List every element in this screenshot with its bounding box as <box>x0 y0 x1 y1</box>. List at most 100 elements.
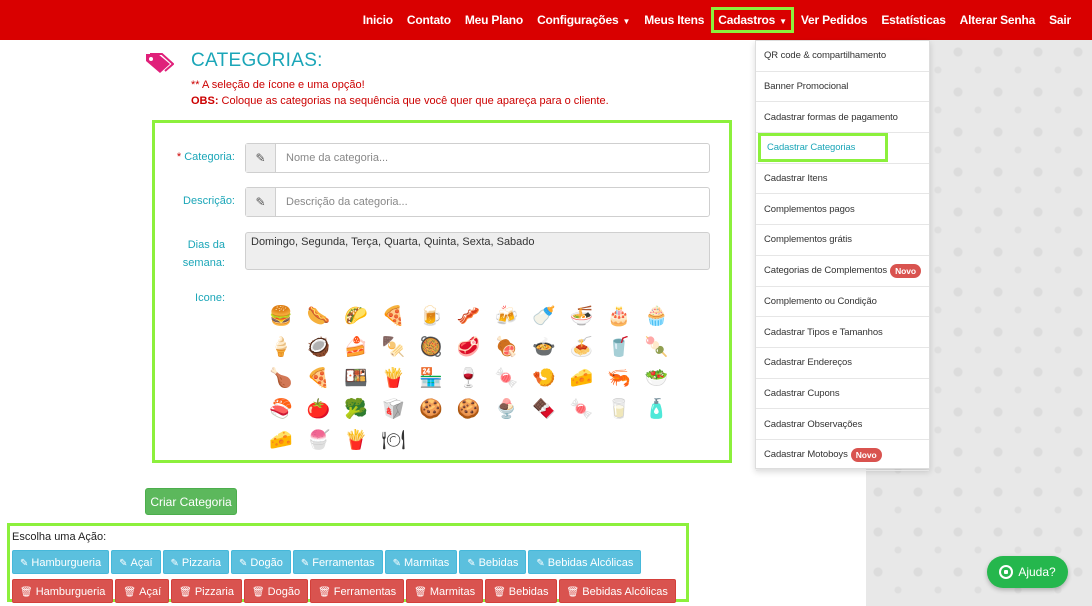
nav-item-estatisticas[interactable]: Estatísticas <box>874 7 952 33</box>
days-of-week-field[interactable]: Domingo, Segunda, Terça, Quarta, Quinta,… <box>245 232 710 270</box>
food-category-icon[interactable]: 🍧 <box>300 425 338 456</box>
dropdown-item-categorias-de-complementos[interactable]: Categorias de Complementos Novo <box>756 256 929 287</box>
dropdown-item-complementos-gratis[interactable]: Complementos grátis <box>756 225 929 256</box>
nav-item-alterar-senha[interactable]: Alterar Senha <box>953 7 1042 33</box>
dropdown-item-label: Complementos pagos <box>764 203 855 215</box>
food-category-icon[interactable]: 🍽 <box>375 425 413 456</box>
category-name-input[interactable] <box>276 144 709 172</box>
food-category-icon[interactable]: 🌭 <box>300 301 338 332</box>
dropdown-item-cadastrar-formas-de-pagamento[interactable]: Cadastrar formas de pagamento <box>756 102 929 134</box>
edit-category-button-bebidas-alcolicas[interactable]: ✎ Bebidas Alcólicas <box>528 550 642 574</box>
nav-item-inicio[interactable]: Inicio <box>356 7 400 33</box>
delete-category-button-pizzaria[interactable]: 🗑 Pizzaria <box>171 579 242 603</box>
food-category-icon[interactable]: 🍪 <box>450 394 488 425</box>
food-category-icon[interactable]: 🍤 <box>525 363 563 394</box>
nav-item-contato[interactable]: Contato <box>400 7 458 33</box>
food-category-icon[interactable]: 🍫 <box>525 394 563 425</box>
food-category-icon[interactable]: 🍣 <box>262 394 300 425</box>
food-category-icon[interactable]: 🍬 <box>563 394 601 425</box>
delete-category-button-acai[interactable]: 🗑 Açaí <box>115 579 170 603</box>
food-category-icon[interactable]: 🥦 <box>337 394 375 425</box>
food-category-icon[interactable]: 🦐 <box>600 363 638 394</box>
edit-category-button-dogao[interactable]: ✎ Dogão <box>231 550 291 574</box>
trash-icon: 🗑 <box>179 587 192 598</box>
food-category-icon[interactable]: 🥗 <box>638 363 676 394</box>
icon-label: Icone: <box>195 292 225 304</box>
nav-item-sair[interactable]: Sair <box>1042 7 1078 33</box>
food-category-icon[interactable]: 🍢 <box>375 332 413 363</box>
food-category-icon[interactable]: 🍨 <box>488 394 526 425</box>
dropdown-item-cadastrar-tipos-e-tamanhos[interactable]: Cadastrar Tipos e Tamanhos <box>756 317 929 348</box>
food-category-icon[interactable]: 🧀 <box>262 425 300 456</box>
dropdown-item-banner-promocional[interactable]: Banner Promocional <box>756 72 929 103</box>
delete-category-button-bebidas[interactable]: 🗑 Bebidas <box>485 579 557 603</box>
help-button[interactable]: Ajuda? <box>987 556 1068 588</box>
category-description-input[interactable] <box>276 188 709 216</box>
food-category-icon[interactable]: 🍱 <box>337 363 375 394</box>
dropdown-item-label: QR code & compartilhamento <box>764 50 887 62</box>
food-category-icon[interactable]: 🍟 <box>337 425 375 456</box>
edit-category-button-hamburgueria[interactable]: ✎ Hamburgueria <box>12 550 110 574</box>
food-category-icon[interactable]: 🍺 <box>412 301 450 332</box>
food-category-icon[interactable]: 🍰 <box>337 332 375 363</box>
nav-item-meus-itens[interactable]: Meus Itens <box>637 7 711 33</box>
dropdown-item-cadastrar-enderecos[interactable]: Cadastrar Endereços <box>756 348 929 379</box>
food-category-icon[interactable]: 🏪 <box>412 363 450 394</box>
food-category-icon[interactable]: 🍷 <box>450 363 488 394</box>
delete-category-button-ferramentas[interactable]: 🗑 Ferramentas <box>310 579 405 603</box>
food-category-icon[interactable]: 🍅 <box>300 394 338 425</box>
edit-category-button-pizzaria[interactable]: ✎ Pizzaria <box>162 550 230 574</box>
food-category-icon[interactable]: 🎂 <box>600 301 638 332</box>
nav-item-cadastros[interactable]: Cadastros ▼ <box>711 7 794 33</box>
food-category-icon[interactable]: 🍕 <box>300 363 338 394</box>
nav-item-meu-plano[interactable]: Meu Plano <box>458 7 530 33</box>
food-category-icon[interactable]: 🥩 <box>450 332 488 363</box>
dropdown-item-cadastrar-motoboys[interactable]: Cadastrar Motoboys Novo <box>756 440 929 471</box>
dropdown-item-cadastrar-itens[interactable]: Cadastrar Itens <box>756 164 929 195</box>
food-category-icon[interactable]: 🍡 <box>638 332 676 363</box>
food-category-icon[interactable]: 🌮 <box>337 301 375 332</box>
food-category-icon[interactable]: 🥓 <box>450 301 488 332</box>
create-category-button[interactable]: Criar Categoria <box>145 488 237 515</box>
delete-category-button-hamburgueria[interactable]: 🗑 Hamburgueria <box>12 579 114 603</box>
food-category-icon[interactable]: 🍲 <box>525 332 563 363</box>
food-category-icon[interactable]: 🍝 <box>563 332 601 363</box>
delete-category-label: Bebidas Alcólicas <box>582 586 668 598</box>
days-label: Dias da semana: <box>182 239 225 269</box>
food-category-icon[interactable]: 🍗 <box>262 363 300 394</box>
food-category-icon[interactable]: 🍼 <box>525 301 563 332</box>
food-category-icon[interactable]: 🧁 <box>638 301 676 332</box>
dropdown-item-cadastrar-observacoes[interactable]: Cadastrar Observações <box>756 409 929 440</box>
food-category-icon[interactable]: 🧴 <box>638 394 676 425</box>
food-category-icon[interactable]: 🍔 <box>262 301 300 332</box>
whatsapp-icon <box>999 565 1014 579</box>
food-category-icon[interactable]: 🍕 <box>375 301 413 332</box>
food-category-icon[interactable]: 🧀 <box>563 363 601 394</box>
edit-category-button-marmitas[interactable]: ✎ Marmitas <box>384 550 458 574</box>
edit-category-button-ferramentas[interactable]: ✎ Ferramentas <box>292 550 383 574</box>
food-category-icon[interactable]: 🍜 <box>563 301 601 332</box>
food-category-icon[interactable]: 🥥 <box>300 332 338 363</box>
dropdown-item-cadastrar-cupons[interactable]: Cadastrar Cupons <box>756 379 929 410</box>
dropdown-item-complemento-ou-condicao[interactable]: Complemento ou Condição <box>756 287 929 318</box>
dropdown-item-complementos-pagos[interactable]: Complementos pagos <box>756 194 929 226</box>
food-category-icon[interactable]: 🍟 <box>375 363 413 394</box>
nav-item-ver-pedidos[interactable]: Ver Pedidos <box>794 7 875 33</box>
delete-category-button-bebidas-alcolicas[interactable]: 🗑 Bebidas Alcólicas <box>558 579 676 603</box>
delete-category-button-dogao[interactable]: 🗑 Dogão <box>243 579 309 603</box>
dropdown-item-cadastrar-categorias[interactable]: Cadastrar Categorias <box>756 133 929 164</box>
food-category-icon[interactable]: 🍦 <box>262 332 300 363</box>
nav-item-configuracoes[interactable]: Configurações ▼ <box>530 7 637 33</box>
delete-category-button-marmitas[interactable]: 🗑 Marmitas <box>406 579 484 603</box>
food-category-icon[interactable]: 🥤 <box>600 332 638 363</box>
dropdown-item-qr-code-compartilhamento[interactable]: QR code & compartilhamento <box>756 41 929 72</box>
food-category-icon[interactable]: 🍬 <box>488 363 526 394</box>
food-category-icon[interactable]: 🍻 <box>488 301 526 332</box>
food-category-icon[interactable]: 🥡 <box>375 394 413 425</box>
food-category-icon[interactable]: 🥛 <box>600 394 638 425</box>
food-category-icon[interactable]: 🍪 <box>412 394 450 425</box>
edit-category-button-bebidas[interactable]: ✎ Bebidas <box>459 550 527 574</box>
food-category-icon[interactable]: 🥘 <box>412 332 450 363</box>
food-category-icon[interactable]: 🍖 <box>488 332 526 363</box>
edit-category-button-acai[interactable]: ✎ Açaí <box>111 550 161 574</box>
